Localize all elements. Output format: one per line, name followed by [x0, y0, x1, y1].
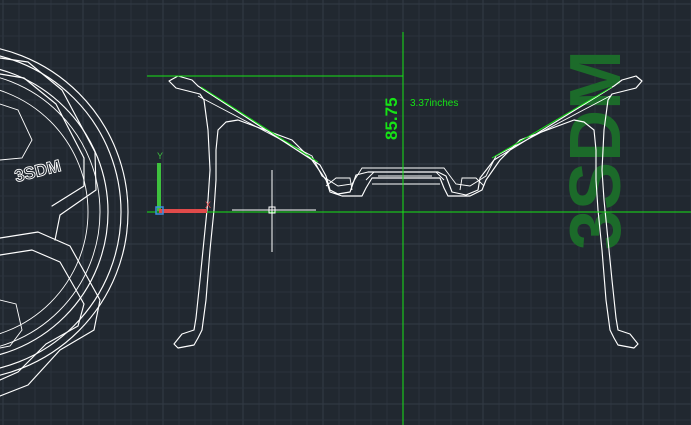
wheel-logo-text: 3SDM	[13, 156, 63, 186]
ucs-y-axis	[157, 163, 161, 211]
ucs-x-label: X	[205, 200, 211, 210]
wheel-spoke-lower-inner	[0, 249, 85, 381]
crosshair-cursor	[232, 170, 316, 252]
ucs-x-axis	[159, 209, 207, 213]
ucs-y-label: Y	[157, 151, 163, 161]
dimension-value: 85.75	[382, 97, 401, 140]
ucs-icon: Y X	[155, 151, 211, 215]
drawing-canvas[interactable]: 3SDM 3SDM 85.75 3.37inches Y X	[0, 0, 691, 425]
cad-drawing-viewport[interactable]: 3SDM 3SDM 85.75 3.37inches Y X	[0, 0, 691, 425]
wheel-spoke-upper	[0, 57, 97, 241]
wheel-spoke-upper-inner	[0, 73, 85, 207]
dimension-note: 3.37inches	[410, 98, 458, 109]
